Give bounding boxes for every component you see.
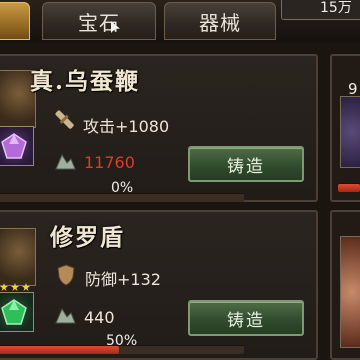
side-progress-bar [338,183,360,192]
shield-icon [55,264,77,286]
side-item-portrait [340,96,360,168]
progress-fill [338,184,360,192]
purple-gem-icon [1,133,27,159]
ore-icon [54,150,76,172]
green-gem-icon [1,299,27,325]
currency-display: 15万 [281,0,360,20]
gem-slot[interactable] [0,126,34,166]
attack-stat: 攻击+1080 [83,117,170,136]
tab-gem[interactable]: 宝石 [42,2,156,40]
side-item-portrait [340,236,360,348]
item-name: 真.乌蚕鞭 [30,68,141,95]
tab-label: 器械 [199,10,241,35]
progress-fill [0,346,119,354]
forge-button[interactable]: 铸造 [188,300,304,336]
gem-slot[interactable] [0,292,34,332]
tab-bar: 宝石 器械 15万 [0,0,360,42]
sword-icon [55,110,77,132]
currency-amount: 15万 [320,0,352,16]
item-portrait [0,228,36,286]
cost-value: 440 [84,308,115,327]
side-item-label: 9 [348,80,358,98]
tab-machinery[interactable]: 器械 [164,2,276,40]
progress-percent: 50% [106,333,138,349]
tab-equipment[interactable] [0,2,30,40]
tab-label: 宝石 [78,10,120,35]
item-name: 修罗盾 [50,224,125,251]
progress-percent: 0% [111,180,134,196]
defense-stat: 防御+132 [85,270,161,289]
forge-button[interactable]: 铸造 [188,146,304,182]
cost-value: 11760 [84,153,135,172]
ore-icon [54,304,76,326]
